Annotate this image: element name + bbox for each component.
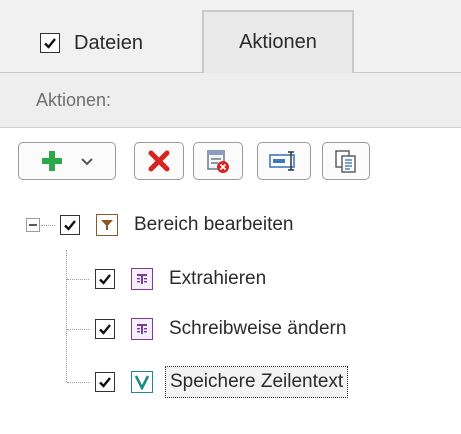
- toolbar: [0, 128, 461, 198]
- tree-connector-vertical: [66, 250, 67, 382]
- filter-icon: [96, 214, 118, 236]
- checkmark-icon: [99, 324, 111, 335]
- tab-strip: Dateien Aktionen: [0, 0, 461, 73]
- add-plus-icon: [42, 151, 62, 171]
- copy-button[interactable]: [322, 142, 370, 180]
- tree-item-label: Schreibweise ändern: [169, 318, 347, 339]
- delete-all-icon: [207, 150, 229, 173]
- tree-item-label: Bereich bearbeiten: [134, 214, 294, 235]
- tree-item-checkbox[interactable]: [95, 319, 115, 339]
- tree-item-label: Speichere Zeilentext: [165, 366, 349, 398]
- tree-item-checkbox[interactable]: [95, 269, 115, 289]
- tab-dateien-checkbox[interactable]: [40, 33, 60, 53]
- checkmark-icon: [44, 38, 56, 49]
- delete-action-button[interactable]: [134, 142, 184, 180]
- tree-item-schreibweise-aendern[interactable]: Schreibweise ändern: [95, 310, 346, 348]
- tab-aktionen-label: Aktionen: [239, 31, 317, 53]
- tab-dateien[interactable]: Dateien: [20, 14, 200, 72]
- checkmark-icon: [64, 220, 76, 231]
- tree-item-extrahieren[interactable]: Extrahieren: [95, 260, 266, 298]
- tree-connector: [41, 225, 55, 226]
- tree-item-checkbox[interactable]: [95, 372, 115, 392]
- section-header: Aktionen:: [0, 73, 461, 128]
- tree-item-label: Extrahieren: [169, 268, 267, 289]
- tree-item-checkbox[interactable]: [60, 215, 80, 235]
- text-case-icon: [131, 318, 153, 340]
- rename-field-icon: [269, 151, 295, 171]
- copy-icon: [335, 150, 356, 173]
- text-extract-icon: [131, 268, 153, 290]
- rename-button[interactable]: [257, 142, 311, 180]
- tab-dateien-label: Dateien: [74, 31, 143, 54]
- tree-item-speichere-zeilentext[interactable]: Speichere Zeilentext: [95, 363, 349, 401]
- checkmark-icon: [99, 274, 111, 285]
- tab-aktionen[interactable]: Aktionen: [202, 10, 354, 73]
- v-save-icon: [131, 371, 153, 393]
- tree-connector: [67, 329, 89, 330]
- section-label: Aktionen:: [36, 90, 112, 110]
- tree-item-bereich-bearbeiten[interactable]: Bereich bearbeiten: [60, 206, 294, 244]
- add-action-button[interactable]: [18, 142, 116, 180]
- tree-connector: [67, 382, 89, 383]
- tree-connector: [67, 279, 89, 280]
- chevron-down-icon: [81, 158, 93, 166]
- tree-collapse-toggle[interactable]: [26, 218, 40, 232]
- delete-all-button[interactable]: [193, 142, 243, 180]
- delete-x-icon: [148, 150, 170, 172]
- checkmark-icon: [99, 377, 111, 388]
